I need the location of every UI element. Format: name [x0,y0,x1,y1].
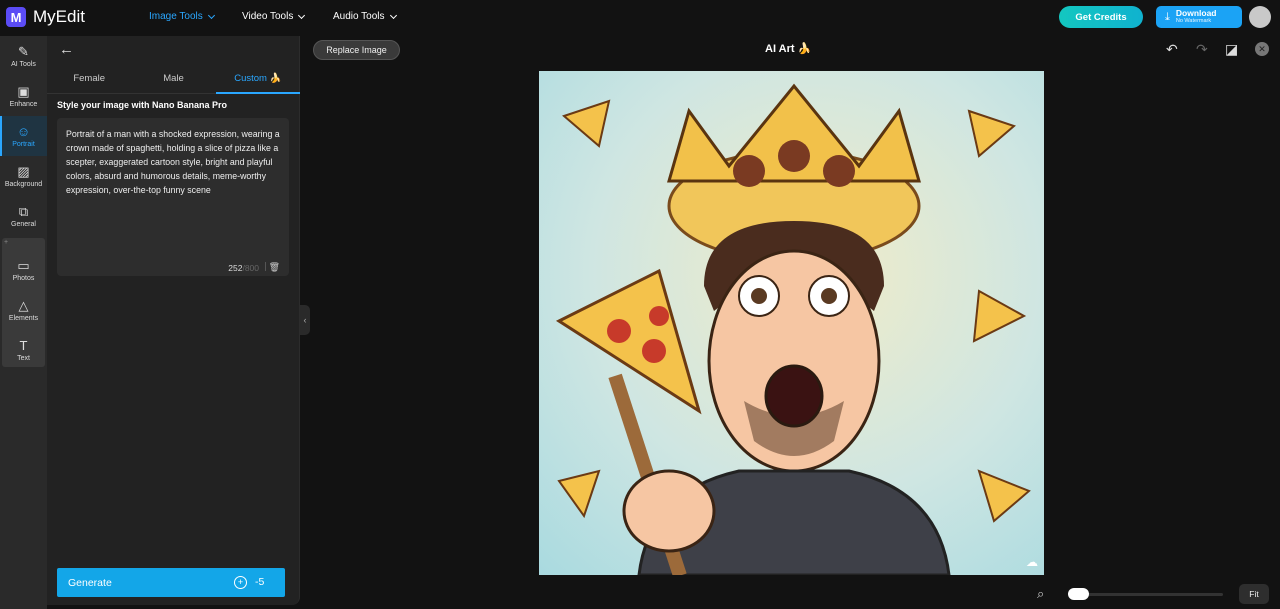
char-count: 252 [228,263,243,273]
rail-label: Photos [12,274,35,282]
avatar[interactable] [1249,6,1271,28]
fit-button[interactable]: Fit [1239,584,1269,604]
tab-male[interactable]: Male [131,64,216,94]
rail-item-enhance[interactable]: ▣ Enhance [0,76,47,116]
rail-label: General [11,220,36,228]
nav-label: Audio Tools [333,11,385,22]
credit-icon: + [234,576,247,589]
myedit-logo-icon: M [6,7,26,27]
tool-rail: ✎ AI Tools ▣ Enhance ☺ Portrait ▨ Backgr… [0,36,47,609]
rail-item-portrait[interactable]: ☺ Portrait [0,116,47,156]
rail-label: Enhance [9,100,38,108]
title-text: AI Art [765,43,795,55]
zoom-slider-track[interactable] [1068,593,1223,596]
chevron-down-icon [298,11,306,19]
cloud-save-icon[interactable]: ☁ [1026,555,1038,569]
rail-item-elements[interactable]: △ Elements [0,290,47,330]
tab-custom[interactable]: Custom 🍌 [215,64,300,94]
top-bar: M MyEdit Image Tools Video Tools Audio T… [0,0,1280,36]
back-arrow-icon[interactable]: ← [59,41,74,58]
elements-icon: △ [18,297,29,313]
close-icon[interactable]: ✕ [1255,42,1269,56]
download-icon: ⤓ [1165,10,1170,23]
redo-icon[interactable]: ↷ [1196,41,1208,58]
nav-image-tools[interactable]: Image Tools [149,11,215,22]
undo-icon[interactable]: ↶ [1166,41,1178,58]
prompt-textarea[interactable]: Portrait of a man with a shocked express… [57,118,289,276]
collapse-panel-button[interactable]: ‹ [300,305,310,335]
nav-video-tools[interactable]: Video Tools [242,11,306,22]
background-icon: ▨ [17,163,30,179]
banana-icon: 🍌 [269,72,282,84]
tab-female[interactable]: Female [47,64,132,94]
banana-icon: 🍌 [797,43,812,55]
rail-item-background[interactable]: ▨ Background [0,156,47,196]
rail-label: AI Tools [11,60,36,68]
zoom-search-icon[interactable]: ⌕ [1037,586,1044,602]
generate-label: Generate [68,576,112,589]
nav-label: Image Tools [149,11,203,22]
app-logo[interactable]: M MyEdit [6,7,85,27]
prompt-text: Portrait of a man with a shocked express… [66,129,280,195]
generate-button[interactable]: Generate + -5 [57,568,285,597]
section-title: Style your image with Nano Banana Pro [57,100,228,110]
text-icon: T [19,337,28,353]
image-enhance-icon: ▣ [17,83,30,99]
nav-audio-tools[interactable]: Audio Tools [333,11,397,22]
credit-cost: -5 [255,576,265,588]
zoom-slider-thumb[interactable] [1068,588,1089,600]
char-counter: 252/800 [228,263,259,273]
portrait-icon: ☺ [16,123,31,139]
rail-item-photos[interactable]: ▭ Photos [0,250,47,290]
rail-label: Background [4,180,43,188]
download-button[interactable]: ⤓ Download No Watermark [1156,6,1242,28]
page-title: AI Art 🍌 [765,42,811,55]
chevron-down-icon [389,11,397,19]
compare-icon[interactable]: ◪ [1225,41,1238,58]
trash-icon[interactable]: 🗑 [269,262,280,273]
tab-label: Custom [234,72,267,84]
generated-artwork [555,83,1031,575]
replace-image-button[interactable]: Replace Image [313,40,400,60]
rail-item-ai-tools[interactable]: ✎ AI Tools [0,36,47,76]
add-icon[interactable]: + [4,239,8,246]
rail-label: Text [17,354,30,362]
magic-wand-icon: ✎ [18,43,29,59]
get-credits-button[interactable]: Get Credits [1059,6,1143,28]
nav-label: Video Tools [242,11,294,22]
general-icon: ⧉ [18,203,29,219]
image-canvas[interactable]: ☁ [539,71,1044,575]
rail-label: Elements [8,314,39,322]
rail-item-general[interactable]: ⧉ General [0,196,47,236]
download-label: Download [1175,8,1217,18]
portrait-panel: ← Female Male Custom 🍌 Style your image … [47,36,300,605]
rail-label: Portrait [12,140,35,148]
rail-item-text[interactable]: T Text [0,330,47,370]
char-max: /800 [242,263,259,273]
photos-icon: ▭ [17,257,30,273]
download-sublabel: No Watermark [1175,18,1212,24]
chevron-left-icon: ‹ [303,315,307,325]
style-tabs: Female Male Custom 🍌 [47,64,300,94]
app-name: MyEdit [33,7,85,26]
divider [265,262,266,271]
chevron-down-icon [207,11,215,19]
